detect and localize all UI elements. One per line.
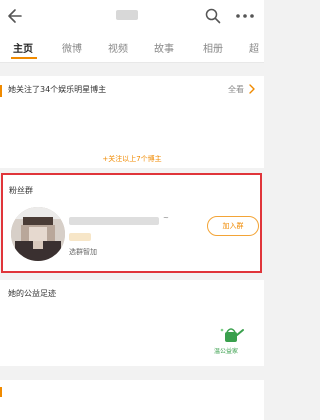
following-section: 她关注了34个娱乐明星博主 全看 +关注以上7个博主 [0,76,264,168]
watering-can-icon[interactable] [219,326,245,344]
charity-title: 她的公益足迹 [8,289,56,298]
section-accent-bar [0,387,2,397]
group-subtitle: 选群智加 [69,248,97,256]
next-section [0,380,264,420]
group-name-blurred [69,217,159,225]
profile-tabs: 主页 微博 视频 故事 相册 超 [0,32,264,63]
top-bar [0,0,264,32]
more-icon[interactable] [234,7,256,25]
follow-all-link[interactable]: +关注以上7个博主 [0,154,264,164]
group-avatar[interactable] [11,207,65,261]
following-title: 她关注了34个娱乐明星博主 [8,85,107,94]
join-group-button[interactable]: 加入群 [207,216,259,236]
tab-stories[interactable]: 故事 [154,40,174,55]
fans-group-title: 粉丝群 [9,186,33,195]
back-arrow-icon[interactable] [6,6,26,26]
tab-weibo[interactable]: 微博 [62,40,82,55]
tab-video[interactable]: 视频 [108,40,128,55]
chevron-right-icon[interactable] [248,84,256,94]
group-name-suffix: ~ [163,214,169,222]
see-all-link[interactable]: 全看 [228,84,244,95]
charity-label: 温公益家 [214,348,239,355]
profile-title-blurred [116,10,138,20]
search-icon[interactable] [204,7,222,25]
tab-album[interactable]: 相册 [203,40,223,55]
member-badge [69,233,91,241]
section-accent-bar [0,85,2,97]
tab-home[interactable]: 主页 [13,40,33,55]
fans-group-section: 粉丝群 ~ 选群智加 加入群 [1,173,262,273]
charity-section: 她的公益足迹 温公益家 [0,280,264,366]
tab-super[interactable]: 超 [249,40,259,55]
active-tab-indicator [11,57,37,59]
